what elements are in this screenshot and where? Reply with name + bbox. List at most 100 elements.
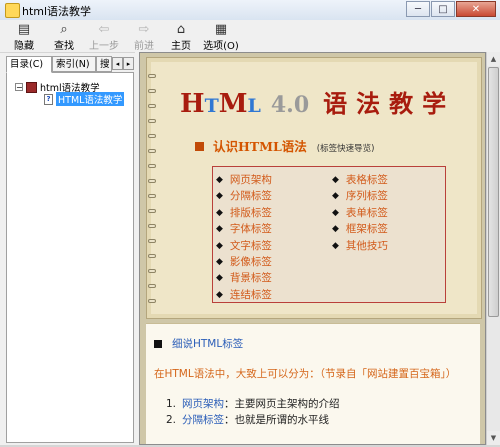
detail-heading: 细说HTML标签 — [154, 336, 243, 351]
binder-ring — [148, 119, 156, 123]
binder-ring — [148, 74, 156, 78]
diamond-bullet-icon: ◆ — [332, 207, 339, 218]
binder-ring — [148, 104, 156, 108]
diamond-bullet-icon: ◆ — [216, 240, 223, 251]
list-item: 2. 分隔标签：也就是所谓的水平线 — [166, 412, 340, 428]
binder-ring — [148, 239, 156, 243]
tree-item-page[interactable]: ? HTML语法教学 — [44, 92, 125, 106]
notebook-frame: HTML 4.0 语法教学 认识HTML语法 (标签快速导览) ◆ 网页架构 ◆ 分隔标签… — [146, 57, 482, 319]
tab-scroll-right-button[interactable]: ▸ — [123, 57, 134, 70]
book-icon — [26, 81, 37, 93]
search-button[interactable]: ⌕ 查找 — [44, 22, 84, 52]
list-item-desc: ：也就是所谓的水平线 — [224, 414, 329, 426]
scroll-up-button[interactable]: ▲ — [487, 52, 500, 66]
square-bullet-icon — [195, 142, 204, 151]
nav-link-nav_left-4[interactable]: ◆ 文字标签 — [216, 238, 272, 254]
detail-intro: 在HTML语法中，大致上可以分为：（节录自「网站建置百宝箱」） — [154, 368, 457, 380]
list-item-link[interactable]: 分隔标签 — [182, 414, 224, 426]
back-button[interactable]: ⇦ 上一步 — [84, 22, 124, 52]
title-chinese: 语法教学 — [323, 90, 456, 118]
scroll-thumb[interactable] — [488, 67, 499, 317]
title-letter-t: T — [204, 95, 219, 117]
title-bar[interactable]: html语法教学 ─ □ ✕ — [0, 0, 500, 20]
home-label: 主页 — [171, 41, 191, 52]
binder-ring — [148, 149, 156, 153]
nav-link-nav_left-5[interactable]: ◆ 影像标签 — [216, 254, 272, 270]
detail-section: 细说HTML标签 在HTML语法中，大致上可以分为：（节录自「网站建置百宝箱」）… — [146, 323, 480, 444]
search-label: 查找 — [54, 41, 74, 52]
binder-ring — [148, 194, 156, 198]
section-heading: 认识HTML语法 (标签快速导览) — [195, 136, 374, 155]
nav-link-label: 网页架构 — [229, 174, 272, 186]
diamond-bullet-icon: ◆ — [216, 191, 223, 202]
tag-navigation-box: ◆ 网页架构 ◆ 分隔标签 ◆ 排版标签 ◆ 字体标签 ◆ 文字标签 ◆ 影像标签 ◆ 背景标签 ◆ 连结标签… — [212, 166, 446, 303]
content-view: HTML 4.0 语法教学 认识HTML语法 (标签快速导览) ◆ 网页架构 ◆ 分隔标签… — [139, 52, 486, 445]
detail-heading-label: 细说HTML标签 — [172, 338, 244, 350]
scroll-down-button[interactable]: ▼ — [487, 431, 500, 445]
options-button[interactable]: ▦ 选项(O) — [199, 22, 243, 52]
nav-link-nav_left-0[interactable]: ◆ 网页架构 — [216, 172, 272, 188]
window-controls: ─ □ ✕ — [405, 1, 496, 17]
list-item-desc: ：主要网页主架构的介绍 — [224, 398, 340, 410]
title-letter-l: L — [247, 95, 261, 117]
diamond-bullet-icon: ◆ — [332, 175, 339, 185]
nav-link-label: 连结标签 — [229, 288, 272, 301]
contents-tree: − html语法教学 ? HTML语法教学 — [6, 72, 134, 443]
tab-index[interactable]: 索引(N) — [52, 56, 96, 72]
toolbar: ▤ 隐藏 ⌕ 查找 ⇦ 上一步 ⇨ 前进 ⌂ 主页 ▦ 选项(O) — [0, 20, 500, 53]
vertical-scrollbar[interactable]: ▲ ▼ — [486, 52, 500, 445]
nav-link-nav_right-2[interactable]: ◆ 表单标签 — [332, 205, 388, 221]
forward-button[interactable]: ⇨ 前进 — [124, 22, 164, 52]
nav-link-label: 表格标签 — [345, 174, 388, 186]
nav-link-nav_right-1[interactable]: ◆ 序列标签 — [332, 188, 388, 204]
options-label: 选项(O) — [203, 41, 239, 52]
nav-link-label: 影像标签 — [229, 255, 272, 268]
tree-item-label-selected: HTML语法教学 — [56, 92, 125, 106]
nav-link-label: 其他技巧 — [345, 239, 388, 252]
nav-link-nav_left-1[interactable]: ◆ 分隔标签 — [216, 188, 272, 204]
section-sublabel: (标签快速导览) — [316, 144, 375, 154]
nav-link-nav_left-2[interactable]: ◆ 排版标签 — [216, 205, 272, 221]
binder-ring — [148, 134, 156, 138]
binder-ring — [148, 224, 156, 228]
list-item: 1. 网页架构：主要网页主架构的介绍 — [166, 396, 340, 412]
maximize-button[interactable]: □ — [431, 1, 455, 17]
diamond-bullet-icon: ◆ — [216, 207, 223, 218]
close-button[interactable]: ✕ — [456, 1, 496, 17]
back-arrow-icon: ⇦ — [98, 22, 110, 37]
nav-link-nav_left-3[interactable]: ◆ 字体标签 — [216, 221, 272, 237]
nav-link-label: 字体标签 — [229, 223, 272, 236]
nav-column-right: ◆ 表格标签 ◆ 序列标签 ◆ 表单标签 ◆ 框架标签 ◆ 其他技巧 — [332, 172, 388, 254]
diamond-bullet-icon: ◆ — [216, 289, 223, 300]
nav-link-nav_left-7[interactable]: ◆ 连结标签 — [216, 287, 272, 303]
minimize-button[interactable]: ─ — [406, 1, 430, 17]
nav-link-nav_right-3[interactable]: ◆ 框架标签 — [332, 221, 388, 237]
collapse-icon[interactable]: − — [15, 83, 23, 92]
title-version: 4.0 — [270, 92, 310, 118]
options-icon: ▦ — [214, 22, 228, 37]
diamond-bullet-icon: ◆ — [332, 240, 339, 251]
square-bullet-icon — [154, 339, 162, 348]
binder-rings — [148, 74, 158, 310]
home-button[interactable]: ⌂ 主页 — [161, 22, 201, 52]
nav-link-label: 序列标签 — [345, 190, 388, 203]
binder-ring — [148, 164, 156, 168]
list-item-number: 1. — [166, 398, 177, 410]
diamond-bullet-icon: ◆ — [216, 256, 223, 267]
binder-ring — [148, 299, 156, 303]
hide-button[interactable]: ▤ 隐藏 — [4, 22, 44, 52]
binder-ring — [148, 269, 156, 273]
nav-link-nav_left-6[interactable]: ◆ 背景标签 — [216, 270, 272, 286]
list-item-link[interactable]: 网页架构 — [182, 398, 224, 410]
diamond-bullet-icon: ◆ — [332, 191, 339, 202]
title-letter-h: H — [180, 89, 205, 119]
binder-ring — [148, 284, 156, 288]
forward-arrow-icon: ⇨ — [138, 22, 150, 37]
tab-search[interactable]: 搜 — [96, 56, 112, 72]
nav-link-nav_right-0[interactable]: ◆ 表格标签 — [332, 172, 388, 188]
nav-link-label: 框架标签 — [345, 223, 388, 236]
tab-contents[interactable]: 目录(C) — [6, 56, 52, 73]
nav-link-nav_right-4[interactable]: ◆ 其他技巧 — [332, 238, 388, 254]
tab-scroll-left-button[interactable]: ◂ — [112, 57, 123, 70]
help-page-icon: ? — [44, 93, 53, 105]
